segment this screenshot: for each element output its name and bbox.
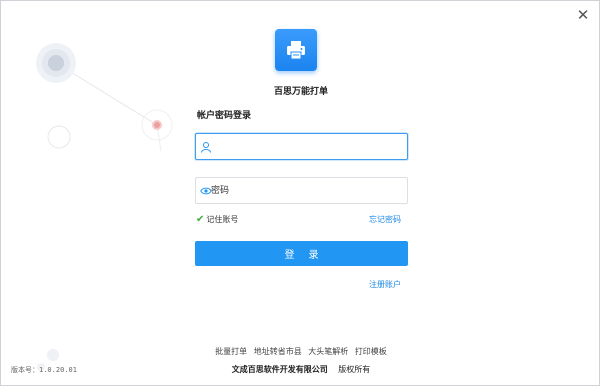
- username-field[interactable]: [195, 133, 408, 160]
- remember-checkbox[interactable]: ✔ 记住账号: [196, 214, 238, 225]
- copyright: 文成百思软件开发有限公司 版权所有: [1, 364, 599, 375]
- link-print-template[interactable]: 打印模板: [355, 347, 387, 356]
- password-field[interactable]: [195, 177, 408, 204]
- username-input[interactable]: [211, 140, 401, 154]
- link-address-convert[interactable]: 地址转省市县: [254, 347, 302, 356]
- app-name: 百思万能打单: [273, 87, 328, 97]
- app-logo: [275, 29, 317, 71]
- register-link[interactable]: 注册账户: [369, 279, 401, 290]
- remember-label: 记住账号: [206, 215, 239, 224]
- close-button[interactable]: ✕: [575, 7, 591, 23]
- login-window: ✕ 百思万能打单 帐户密码登录 ✔ 记住账号 忘记密码 登录 注册账户 批量打单…: [0, 0, 600, 386]
- password-input[interactable]: [211, 184, 401, 198]
- feature-links: 批量打单 地址转省市县 大头笔解析 打印模板: [1, 346, 599, 357]
- link-datoubi-parse[interactable]: 大头笔解析: [308, 347, 348, 356]
- login-button[interactable]: 登录: [195, 241, 408, 266]
- company-name: 文成百思软件开发有限公司: [231, 365, 328, 374]
- printer-icon: [287, 41, 305, 60]
- forgot-password-link[interactable]: 忘记密码: [369, 214, 401, 225]
- rights-text: 版权所有: [338, 365, 371, 374]
- login-title: 帐户密码登录: [197, 111, 252, 121]
- checkmark-icon: ✔: [196, 214, 205, 225]
- version-label: 版本号：1.0.20.01: [11, 366, 77, 374]
- link-batch-print[interactable]: 批量打单: [215, 347, 247, 356]
